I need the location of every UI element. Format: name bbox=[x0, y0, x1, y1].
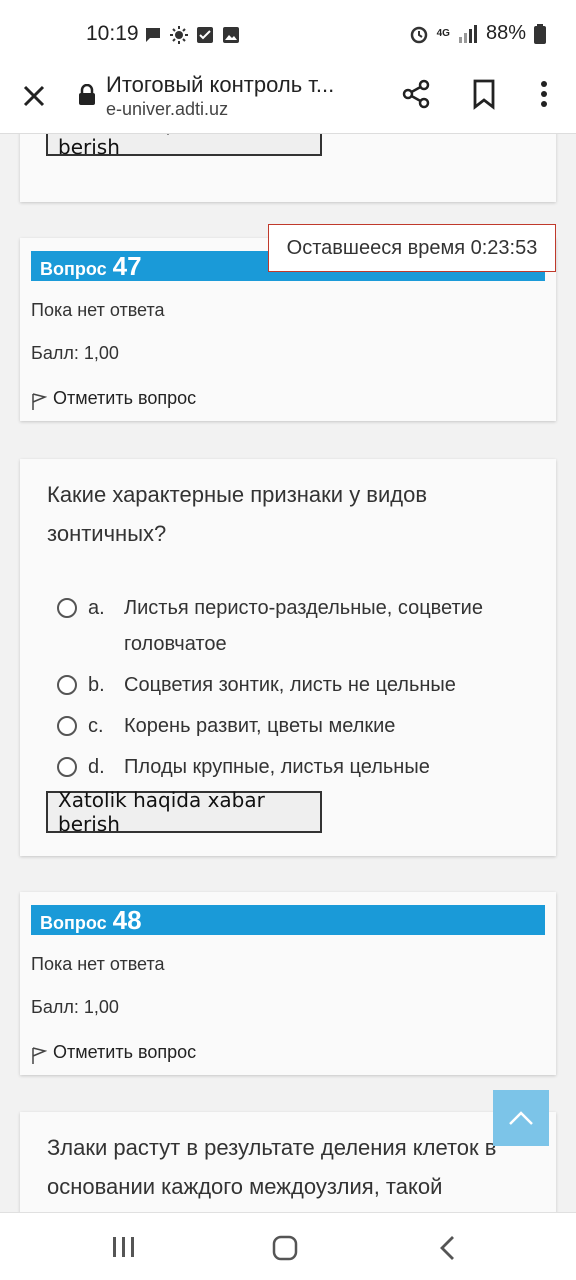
recent-apps-icon[interactable] bbox=[110, 1235, 138, 1259]
answer-status: Пока нет ответа bbox=[31, 300, 165, 320]
question-content-card: Злаки растут в результате деления клеток… bbox=[20, 1112, 556, 1212]
home-icon[interactable] bbox=[272, 1235, 298, 1261]
radio-button[interactable] bbox=[57, 716, 77, 736]
question-text: Злаки растут в результате деления клеток… bbox=[47, 1135, 497, 1199]
answer-status: Пока нет ответа bbox=[31, 954, 165, 974]
checkbox-icon bbox=[197, 27, 213, 43]
previous-question-card: Xatolik haqida xabar berish bbox=[20, 134, 556, 202]
answer-option-a[interactable]: a. Листья перисто-раздельные, соцветие г… bbox=[57, 590, 537, 662]
status-time: 10:19 bbox=[86, 22, 139, 45]
flag-label: Отметить вопрос bbox=[53, 387, 197, 408]
network-type: 4G bbox=[436, 27, 450, 39]
question-number: 47 bbox=[112, 251, 142, 281]
question-header: Вопрос 48 bbox=[31, 905, 545, 935]
signal-icon bbox=[458, 24, 477, 43]
answer-text: Листья перисто-раздельные, соцветие голо… bbox=[124, 597, 483, 655]
answer-option-b[interactable]: b. Соцветия зонтик, листь не цельные bbox=[57, 667, 537, 703]
page-title: Итоговый контроль т... bbox=[106, 72, 335, 97]
lock-icon bbox=[79, 84, 95, 105]
radio-button[interactable] bbox=[57, 598, 77, 618]
bookmark-icon[interactable] bbox=[468, 78, 500, 110]
image-icon bbox=[223, 27, 239, 43]
radio-button[interactable] bbox=[57, 675, 77, 695]
question-text: Какие характерные признаки у видов зонти… bbox=[47, 482, 428, 546]
report-error-button[interactable]: Xatolik haqida xabar berish bbox=[46, 134, 322, 159]
report-error-button[interactable]: Xatolik haqida xabar berish bbox=[46, 788, 322, 836]
question-content-card: Какие характерные признаки у видов зонти… bbox=[20, 459, 556, 856]
question-grade: Балл: 1,00 bbox=[31, 343, 119, 363]
brightness-icon bbox=[170, 26, 188, 44]
flag-label: Отметить вопрос bbox=[53, 1041, 197, 1062]
question-grade: Балл: 1,00 bbox=[31, 997, 119, 1017]
navigation-bar bbox=[0, 1212, 576, 1280]
page-content: Xatolik haqida xabar berish Вопрос 47 По… bbox=[0, 134, 576, 1212]
share-icon[interactable] bbox=[400, 78, 432, 110]
chevron-up-icon bbox=[509, 1111, 533, 1125]
answer-text: Плоды крупные, листья цельные bbox=[124, 756, 430, 778]
status-bar: 10:19 4G 88% bbox=[0, 0, 576, 62]
scroll-to-top-button[interactable] bbox=[493, 1090, 549, 1146]
answer-text: Корень развит, цветы мелкие bbox=[124, 715, 396, 737]
question-info-card: Вопрос 48 Пока нет ответа Балл: 1,00 Отм… bbox=[20, 892, 556, 1075]
flag-question-button[interactable]: Отметить вопрос bbox=[31, 1040, 196, 1064]
answer-option-d[interactable]: d. Плоды крупные, листья цельные bbox=[57, 749, 537, 785]
answer-letter: c. bbox=[88, 715, 104, 737]
answer-letter: d. bbox=[88, 756, 105, 778]
close-icon[interactable] bbox=[16, 78, 52, 114]
flag-question-button[interactable]: Отметить вопрос bbox=[31, 386, 196, 410]
question-number: 48 bbox=[112, 905, 142, 935]
notification-icons bbox=[144, 26, 240, 44]
battery-level: 88% bbox=[485, 22, 526, 44]
answer-text: Соцветия зонтик, листь не цельные bbox=[124, 674, 456, 696]
flag-icon bbox=[32, 1047, 47, 1064]
page-url[interactable]: e-univer.adti.uz bbox=[106, 99, 228, 120]
flag-icon bbox=[32, 393, 47, 410]
question-label: Вопрос bbox=[40, 913, 107, 933]
chat-icon bbox=[146, 28, 160, 42]
radio-button[interactable] bbox=[57, 757, 77, 777]
browser-toolbar: Итоговый контроль т... e-univer.adti.uz bbox=[0, 62, 576, 134]
back-icon[interactable] bbox=[438, 1235, 458, 1261]
question-label: Вопрос bbox=[40, 259, 107, 279]
answer-letter: b. bbox=[88, 674, 105, 696]
answer-letter: a. bbox=[88, 597, 105, 619]
battery-icon bbox=[534, 23, 546, 44]
more-options-icon[interactable] bbox=[530, 78, 558, 110]
alarm-icon bbox=[410, 26, 427, 43]
answer-option-c[interactable]: c. Корень развит, цветы мелкие bbox=[57, 708, 537, 744]
status-right: 4G 88% bbox=[409, 22, 546, 45]
remaining-time: Оставшееся время 0:23:53 bbox=[268, 224, 556, 272]
